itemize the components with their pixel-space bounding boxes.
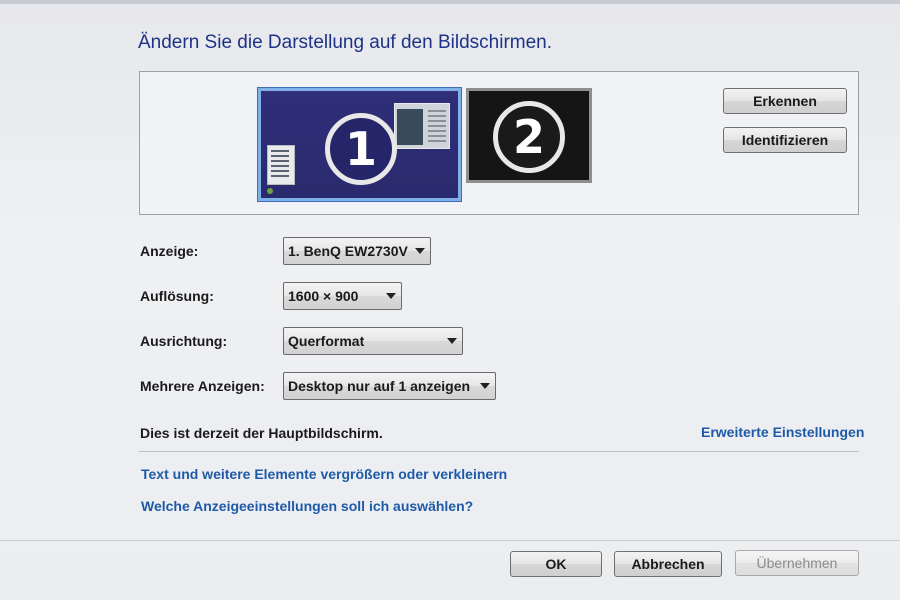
ok-button[interactable]: OK — [510, 551, 602, 577]
apply-button[interactable]: Übernehmen — [735, 550, 859, 576]
cancel-button[interactable]: Abbrechen — [614, 551, 722, 577]
chevron-down-icon — [386, 293, 396, 299]
page-title: Ändern Sie die Darstellung auf den Bilds… — [138, 32, 553, 53]
multiple-displays-dropdown[interactable]: Desktop nur auf 1 anzeigen — [283, 372, 496, 400]
monitor-1-thumbnail[interactable]: 1 — [258, 88, 461, 201]
footer-divider — [0, 540, 900, 541]
mini-start-menu — [267, 145, 295, 185]
multiple-displays-label: Mehrere Anzeigen: — [140, 378, 265, 394]
advanced-settings-link[interactable]: Erweiterte Einstellungen — [701, 424, 864, 440]
resolution-value: 1600 × 900 — [288, 288, 359, 304]
multiple-displays-value: Desktop nur auf 1 anzeigen — [288, 378, 471, 394]
orientation-value: Querformat — [288, 333, 365, 349]
display-dropdown[interactable]: 1. BenQ EW2730V — [283, 237, 431, 265]
chevron-down-icon — [447, 338, 457, 344]
display-settings-help-link[interactable]: Welche Anzeigeeinstellungen soll ich aus… — [141, 498, 473, 514]
orientation-dropdown[interactable]: Querformat — [283, 327, 463, 355]
monitor-2-number: 2 — [493, 101, 565, 173]
identify-button[interactable]: Identifizieren — [723, 127, 847, 153]
orientation-label: Ausrichtung: — [140, 333, 228, 349]
detect-button[interactable]: Erkennen — [723, 88, 847, 114]
monitor-2-thumbnail[interactable]: 2 — [466, 88, 592, 183]
mini-start-icon — [267, 188, 273, 194]
chevron-down-icon — [415, 248, 425, 254]
chevron-down-icon — [480, 383, 490, 389]
monitor-arrangement-panel: 1 2 Erkennen Identifizieren — [139, 71, 859, 215]
primary-display-status: Dies ist derzeit der Hauptbildschirm. — [140, 425, 383, 441]
mini-window-icon — [394, 103, 450, 149]
section-divider — [139, 451, 859, 452]
display-value: 1. BenQ EW2730V — [288, 243, 408, 259]
window-top-edge — [0, 0, 900, 4]
monitor-1-number: 1 — [325, 113, 397, 185]
display-label: Anzeige: — [140, 243, 199, 259]
resolution-label: Auflösung: — [140, 288, 214, 304]
resolution-dropdown[interactable]: 1600 × 900 — [283, 282, 402, 310]
text-size-link[interactable]: Text und weitere Elemente vergrößern ode… — [141, 466, 507, 482]
